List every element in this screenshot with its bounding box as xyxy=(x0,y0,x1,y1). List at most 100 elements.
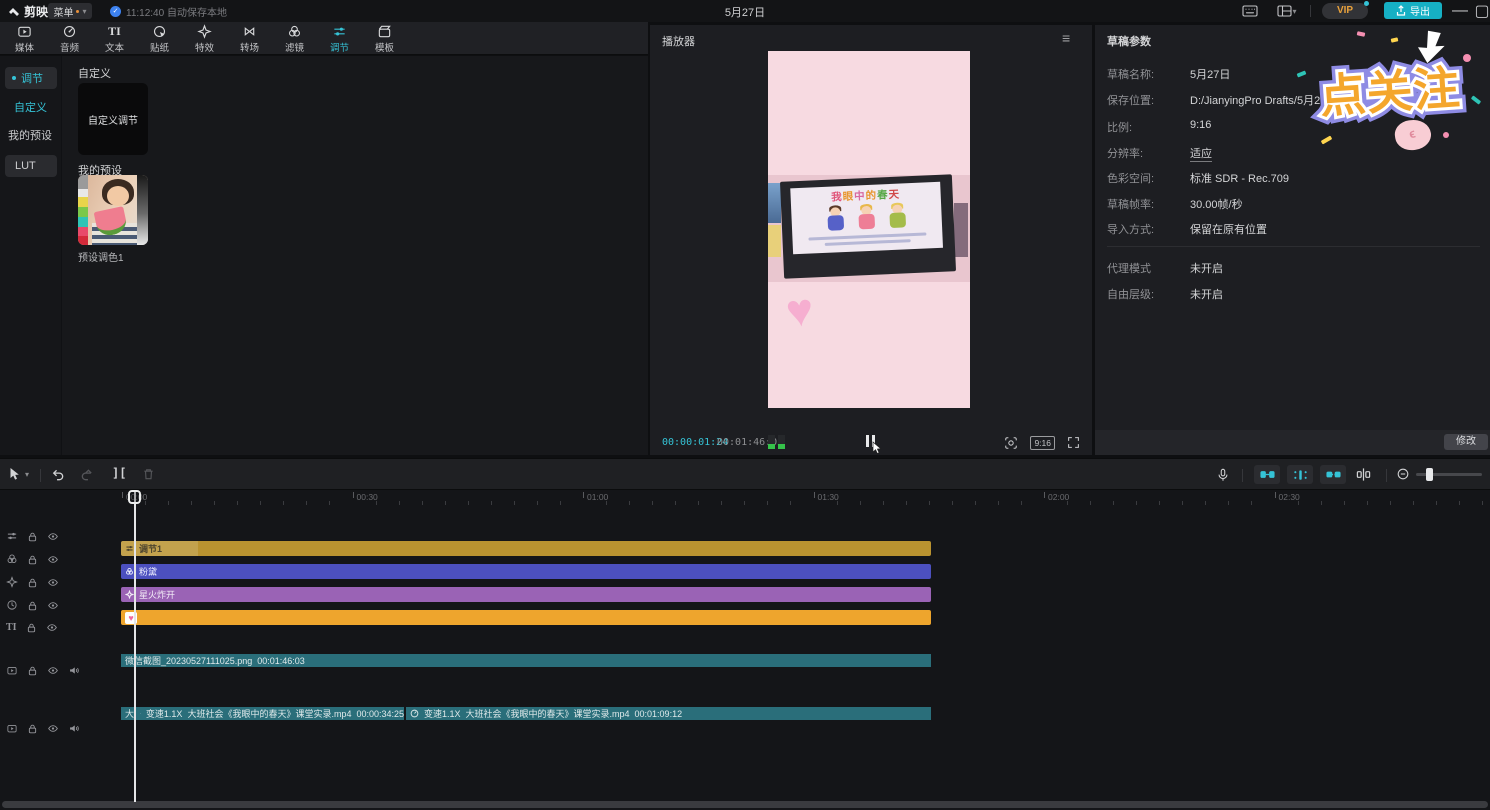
ribbon-tabs: 媒体 音频 TI 文本 贴纸 特效 转场 滤镜 调节 xyxy=(0,22,648,55)
filter-clip-label: 粉黛 xyxy=(139,565,157,578)
player-menu-icon[interactable]: ≡ xyxy=(1062,30,1070,46)
aspect-ratio-button[interactable]: 9:16 xyxy=(1030,436,1055,450)
sidebar-item-custom[interactable]: 自定义 xyxy=(14,99,47,115)
filter-clip[interactable]: 粉黛 xyxy=(121,564,931,579)
layout-switch-icon[interactable]: ▾ xyxy=(1272,3,1302,19)
lock-icon[interactable] xyxy=(27,554,38,565)
sticker-clip[interactable]: ♥ xyxy=(121,610,931,625)
effects-star-icon xyxy=(197,24,212,39)
adjust-sliders-icon xyxy=(332,24,347,39)
eye-icon[interactable] xyxy=(46,622,58,633)
lock-icon[interactable] xyxy=(27,723,38,734)
speed-icon xyxy=(410,709,419,718)
playhead-handle[interactable] xyxy=(128,490,141,504)
eye-icon[interactable] xyxy=(47,554,59,565)
draft-params-footer: 修改 xyxy=(1095,430,1490,455)
audio-level-meter xyxy=(768,435,785,449)
tab-label: 特效 xyxy=(195,40,214,54)
filter-circles-icon xyxy=(287,24,302,39)
filter-track-icon xyxy=(6,553,18,565)
fullscreen-icon[interactable] xyxy=(1067,436,1080,449)
vip-button[interactable]: VIP xyxy=(1322,3,1368,19)
focus-icon[interactable] xyxy=(1004,436,1018,450)
export-button[interactable]: 导出 xyxy=(1384,2,1442,19)
selected-bullet xyxy=(12,76,16,80)
sidebar-item-label: 调节 xyxy=(21,70,43,86)
eye-icon[interactable] xyxy=(47,723,59,734)
undo-button[interactable] xyxy=(50,467,65,482)
video-frame-content: 我眼中的春天 xyxy=(768,175,970,282)
zoom-slider-knob[interactable] xyxy=(1426,468,1433,481)
timeline: 00:0000:3001:0001:3002:0002:30 TI xyxy=(0,490,1490,810)
tab-audio[interactable]: 音频 xyxy=(47,22,92,55)
tab-filters[interactable]: 滤镜 xyxy=(272,22,317,55)
tab-templates[interactable]: 模板 xyxy=(362,22,407,55)
video-clip-3[interactable]: 变速1.1X 大班社会《我眼中的春天》课堂实录.mp4 00:01:09:12 xyxy=(406,707,931,720)
lock-icon[interactable] xyxy=(27,665,38,676)
timeline-ruler[interactable]: 00:0000:3001:0001:3002:0002:30 xyxy=(0,490,1490,506)
tab-text[interactable]: TI 文本 xyxy=(92,22,137,55)
lock-icon[interactable] xyxy=(27,577,38,588)
lock-icon[interactable] xyxy=(27,600,38,611)
maximize-button[interactable]: ▢ xyxy=(1472,3,1490,19)
sidebar-item-adjust[interactable]: 调节 xyxy=(5,67,57,89)
eye-icon[interactable] xyxy=(47,577,59,588)
voiceover-mic-icon[interactable] xyxy=(1216,467,1230,483)
params-divider xyxy=(1107,246,1480,247)
tab-sticker[interactable]: 贴纸 xyxy=(137,22,182,55)
track-header-adjust xyxy=(0,530,78,542)
player-panel: 播放器 ≡ 我眼中的春天 xyxy=(650,25,1092,455)
tab-label: 文本 xyxy=(105,40,124,54)
lock-icon[interactable] xyxy=(26,622,37,633)
audio-icon xyxy=(62,24,77,39)
split-track-icon[interactable] xyxy=(1356,467,1371,482)
speaker-icon[interactable] xyxy=(68,665,80,676)
grayscale-strip xyxy=(137,175,148,245)
timeline-zoom-slider[interactable] xyxy=(1416,473,1482,476)
video-clip-1[interactable]: 大 xyxy=(121,707,134,720)
video-clip-2[interactable]: 变速1.1X 大班社会《我眼中的春天》课堂实录.mp4 00:00:34:25 xyxy=(136,707,404,720)
media-icon xyxy=(17,24,32,39)
playhead[interactable] xyxy=(134,490,136,802)
tab-transitions[interactable]: 转场 xyxy=(227,22,272,55)
horizontal-scrollbar[interactable] xyxy=(2,801,1488,808)
adjust-track-icon xyxy=(6,530,18,542)
tab-media[interactable]: 媒体 xyxy=(2,22,47,55)
preset-name-label: 预设调色1 xyxy=(78,249,124,264)
zoom-out-icon[interactable] xyxy=(1396,467,1410,481)
text-icon: TI xyxy=(108,24,121,39)
preview-axis-toggle[interactable] xyxy=(1287,465,1313,484)
speaker-icon[interactable] xyxy=(68,723,80,734)
player-controls: 00:00:01:24 00:01:46:03 9:16 xyxy=(650,430,1092,455)
delete-button[interactable] xyxy=(142,467,155,481)
shortcut-keyboard-icon[interactable] xyxy=(1240,3,1260,19)
menu-button[interactable]: 菜单 ▾ xyxy=(48,3,92,19)
tab-effects[interactable]: 特效 xyxy=(182,22,227,55)
adjust-clip-highlight xyxy=(121,541,198,556)
snap-toggle[interactable] xyxy=(1254,465,1280,484)
lock-icon[interactable] xyxy=(27,531,38,542)
transition-icon xyxy=(242,24,257,39)
minimize-button[interactable]: — xyxy=(1450,3,1470,19)
eye-icon[interactable] xyxy=(47,531,59,542)
modify-button[interactable]: 修改 xyxy=(1444,434,1488,450)
select-tool[interactable]: ▾ xyxy=(8,467,29,481)
link-toggle[interactable] xyxy=(1320,465,1346,484)
sidebar-item-my-presets[interactable]: 我的预设 xyxy=(8,127,52,143)
eye-icon[interactable] xyxy=(47,665,59,676)
mouse-cursor xyxy=(872,441,883,455)
vip-label: VIP xyxy=(1337,5,1353,16)
sidebar-item-lut[interactable]: LUT xyxy=(5,155,57,177)
eye-icon[interactable] xyxy=(47,600,59,611)
png-clip[interactable]: 微信截图_20230527111025.png 00:01:46:03 xyxy=(121,654,931,667)
field-color-space: 色彩空间:标准 SDR - Rec.709 xyxy=(1107,170,1477,186)
effect-clip[interactable]: 星火炸开 xyxy=(121,587,931,602)
custom-adjust-card[interactable]: 自定义调节 xyxy=(78,83,148,155)
track-header-effect xyxy=(0,576,78,588)
adjust-clip[interactable]: 调节1 xyxy=(121,541,931,556)
split-tool[interactable]: ][ xyxy=(112,466,126,480)
field-ratio: 比例:9:16 xyxy=(1107,119,1477,135)
preset-thumbnail[interactable] xyxy=(78,175,148,245)
redo-button[interactable] xyxy=(80,467,95,482)
tab-adjust[interactable]: 调节 xyxy=(317,22,362,55)
